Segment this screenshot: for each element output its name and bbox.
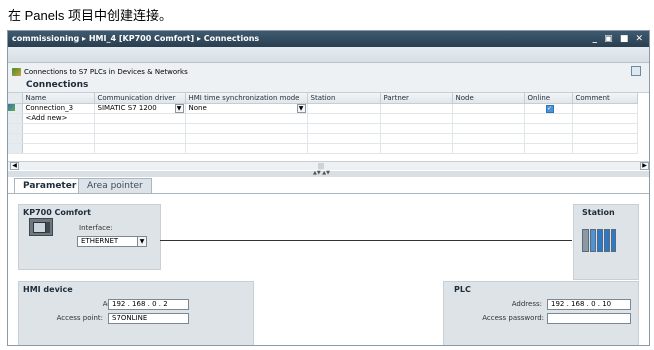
window-titlebar: commissioning ▸ HMI_4 [KP700 Comfort] ▸ … xyxy=(8,31,649,47)
scroll-right-icon[interactable]: ▶ xyxy=(640,162,649,170)
chevron-down-icon[interactable]: ▼ xyxy=(174,103,184,112)
plc-address-label: Address: xyxy=(511,300,542,308)
access-point-input[interactable]: S7ONLINE xyxy=(108,313,189,324)
access-password-label: Access password: xyxy=(482,314,544,322)
online-checkbox[interactable]: ✓ xyxy=(545,104,554,112)
devices-networks-icon[interactable] xyxy=(12,68,21,76)
plc-settings-box: PLC Address: 192 . 168 . 0 . 10 Access p… xyxy=(443,281,639,345)
hmi-panel-icon xyxy=(29,218,53,236)
horizontal-scrollbar[interactable]: ◀ ||| ▶ xyxy=(8,161,649,170)
row-header-corner xyxy=(8,93,23,104)
hmi-settings-box: HMI device Address: 192 . 168 . 0 . 2 Ac… xyxy=(18,281,254,345)
column-header-name[interactable]: Name xyxy=(22,93,95,104)
access-password-input[interactable] xyxy=(547,313,631,324)
pane-splitter[interactable]: ▲▼ ▲▼ xyxy=(8,170,649,177)
tab-parameter[interactable]: Parameter xyxy=(14,178,86,194)
breadcrumb: commissioning ▸ HMI_4 [KP700 Comfort] ▸ … xyxy=(12,34,260,43)
online-cell[interactable]: ✓ xyxy=(524,103,573,114)
caption-text: 在 Panels 项目中创建连接。 xyxy=(8,8,172,23)
hmi-device-name: KP700 Comfort xyxy=(23,208,91,217)
add-new-row[interactable]: <Add new> xyxy=(8,113,638,124)
add-new-cell[interactable]: <Add new> xyxy=(22,113,95,124)
interface-value: ETHERNET xyxy=(81,237,119,245)
table-view-icon[interactable] xyxy=(631,66,641,76)
node-cell[interactable] xyxy=(452,103,525,114)
connection-icon xyxy=(8,103,15,111)
partner-cell[interactable] xyxy=(380,103,453,114)
table-header-row: Name Communication driver HMI time synch… xyxy=(8,93,638,104)
driver-dropdown[interactable]: SIMATIC S7 1200 ▼ xyxy=(94,103,186,114)
column-header-online[interactable]: Online xyxy=(524,93,573,104)
chevron-down-icon[interactable]: ▼ xyxy=(137,237,146,246)
empty-row xyxy=(8,133,638,144)
connections-section-title: Connections xyxy=(26,80,89,90)
hmi-address-input[interactable]: 192 . 168 . 0 . 2 xyxy=(108,299,189,310)
column-header-comment[interactable]: Comment xyxy=(572,93,638,104)
comment-cell[interactable] xyxy=(572,103,638,114)
column-header-partner[interactable]: Partner xyxy=(380,93,453,104)
editor-toolbar: Connections to S7 PLCs in Devices & Netw… xyxy=(8,65,649,79)
column-header-time-sync[interactable]: HMI time synchronization mode xyxy=(185,93,308,104)
column-header-driver[interactable]: Communication driver xyxy=(94,93,186,104)
access-point-label: Access point: xyxy=(56,314,103,322)
editor-subbar xyxy=(8,47,649,63)
scroll-grip-icon[interactable]: ||| xyxy=(318,163,324,170)
splitter-arrows-icon[interactable]: ▲▼ ▲▼ xyxy=(313,170,330,176)
devices-networks-link[interactable]: Connections to S7 PLCs in Devices & Netw… xyxy=(24,68,188,76)
column-header-station[interactable]: Station xyxy=(307,93,381,104)
screenshot-root: 在 Panels 项目中创建连接。 commissioning ▸ HMI_4 … xyxy=(0,0,654,350)
scroll-left-icon[interactable]: ◀ xyxy=(10,162,19,170)
connection-name-cell[interactable]: Connection_3 xyxy=(22,103,95,114)
table-row[interactable]: Connection_3 SIMATIC S7 1200 ▼ None ▼ ✓ xyxy=(8,103,638,114)
hmi-settings-title: HMI device xyxy=(23,285,73,294)
plc-settings-title: PLC xyxy=(454,285,471,294)
station-title: Station xyxy=(582,208,615,217)
tab-area-pointer[interactable]: Area pointer xyxy=(78,178,152,193)
chevron-down-icon[interactable]: ▼ xyxy=(296,103,306,112)
column-header-node[interactable]: Node xyxy=(452,93,525,104)
tia-editor-window: commissioning ▸ HMI_4 [KP700 Comfort] ▸ … xyxy=(7,30,650,346)
empty-row xyxy=(8,143,638,154)
time-sync-value: None xyxy=(188,104,207,112)
interface-label: Interface: xyxy=(79,224,113,232)
interface-select[interactable]: ETHERNET ▼ xyxy=(77,236,147,247)
empty-row xyxy=(8,123,638,134)
plc-station-box: Station xyxy=(573,204,639,280)
network-line xyxy=(160,240,572,241)
hmi-device-box: KP700 Comfort Interface: ETHERNET ▼ xyxy=(18,204,161,270)
station-cell[interactable] xyxy=(307,103,381,114)
plc-station-icon xyxy=(582,229,616,252)
driver-value: SIMATIC S7 1200 xyxy=(97,104,157,112)
plc-address-input[interactable]: 192 . 168 . 0 . 10 xyxy=(547,299,631,310)
properties-tabs: Parameter Area pointer xyxy=(8,178,649,194)
time-sync-dropdown[interactable]: None ▼ xyxy=(185,103,308,114)
parameter-panel: KP700 Comfort Interface: ETHERNET ▼ Stat… xyxy=(8,193,649,345)
window-controls[interactable]: _ ▣ ■ ✕ xyxy=(593,31,645,47)
